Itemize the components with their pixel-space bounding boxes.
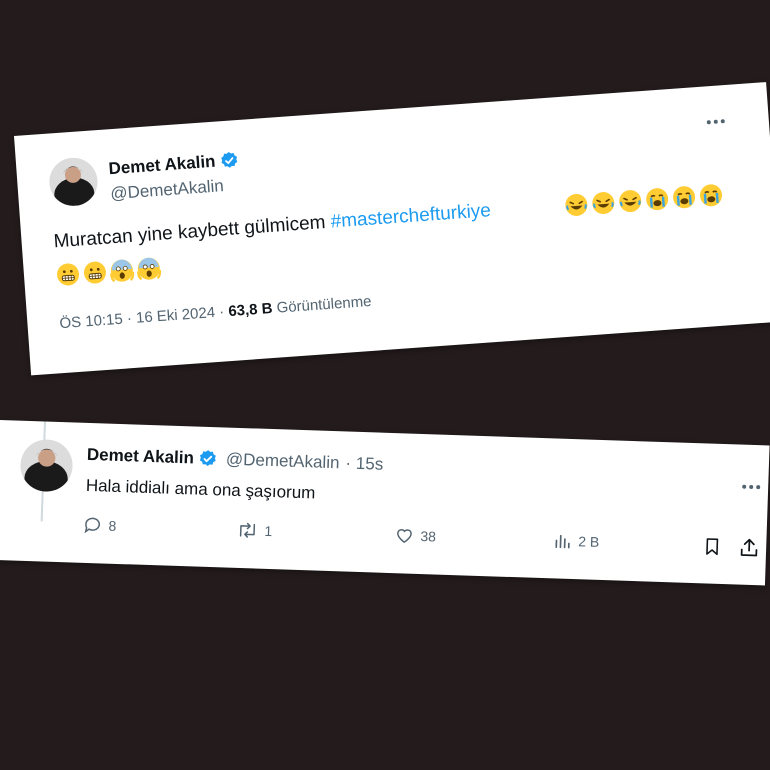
timestamp[interactable]: ÖS 10:15 · 16 Eki 2024 · <box>59 303 229 332</box>
author-handle[interactable]: @DemetAkalin <box>110 176 225 204</box>
crying-emoji-icon <box>700 184 723 207</box>
retweet-button[interactable]: 1 <box>236 520 273 541</box>
heart-icon <box>397 529 412 544</box>
author-name[interactable]: Demet Akalin <box>108 152 216 180</box>
verified-badge-icon <box>198 449 219 470</box>
views-count: 2 B <box>578 533 600 550</box>
avatar[interactable] <box>47 156 100 208</box>
screaming-emoji-icon <box>109 259 135 283</box>
avatar-image <box>47 156 100 208</box>
views-label: Görüntülenme <box>276 292 373 317</box>
tweet-meta: ÖS 10:15 · 16 Eki 2024 · 63,8 B Görüntül… <box>59 293 372 332</box>
like-count: 38 <box>420 528 437 545</box>
bookmark-icon <box>706 538 719 556</box>
verified-badge-icon <box>219 150 240 171</box>
share-button[interactable] <box>738 537 761 560</box>
reply-button[interactable]: 8 <box>82 515 117 536</box>
tweet-body: Muratcan yine kaybett gülmicem <box>52 211 332 253</box>
hashtag-link[interactable]: #masterchefturkiye <box>330 200 492 232</box>
tweet-text: Hala iddialı ama ona şaşıorum <box>85 475 316 503</box>
crying-emoji-icon <box>646 188 669 211</box>
more-options-icon[interactable] <box>742 484 761 490</box>
share-icon <box>740 538 758 557</box>
grimacing-emoji-icon <box>83 261 106 284</box>
rolling-laughing-emoji-icon <box>592 192 615 215</box>
crying-emoji-icon <box>673 186 696 209</box>
views-count: 63,8 B <box>227 299 274 321</box>
like-button[interactable]: 38 <box>394 525 436 546</box>
retweet-count: 1 <box>264 522 273 540</box>
retweet-icon <box>239 522 256 538</box>
reply-count: 8 <box>108 517 117 534</box>
screaming-emoji-icon <box>136 257 162 281</box>
author-name[interactable]: Demet Akalin <box>87 445 195 469</box>
tweet-card-main[interactable]: Demet Akalin @DemetAkalin Muratcan yine … <box>14 82 770 376</box>
author-handle[interactable]: @DemetAkalin <box>226 450 340 474</box>
timestamp[interactable]: · 15s <box>345 453 383 474</box>
analytics-icon <box>555 534 570 549</box>
views-button[interactable]: 2 B <box>552 530 600 552</box>
tweet-text: Muratcan yine kaybett gülmicem #masterch… <box>53 196 492 257</box>
avatar[interactable] <box>19 438 74 493</box>
bookmark-button[interactable] <box>702 535 723 558</box>
reply-icon <box>84 517 100 534</box>
rolling-laughing-emoji-icon <box>619 190 642 213</box>
avatar-image <box>19 438 74 493</box>
emoji-row-2 <box>55 256 162 287</box>
more-options-icon[interactable] <box>706 119 725 125</box>
emoji-row-1 <box>564 182 724 217</box>
tweet-card-reply[interactable]: Demet Akalin @DemetAkalin · 15s Hala idd… <box>0 420 770 586</box>
rolling-laughing-emoji-icon <box>565 193 588 216</box>
grimacing-emoji-icon <box>57 263 80 286</box>
